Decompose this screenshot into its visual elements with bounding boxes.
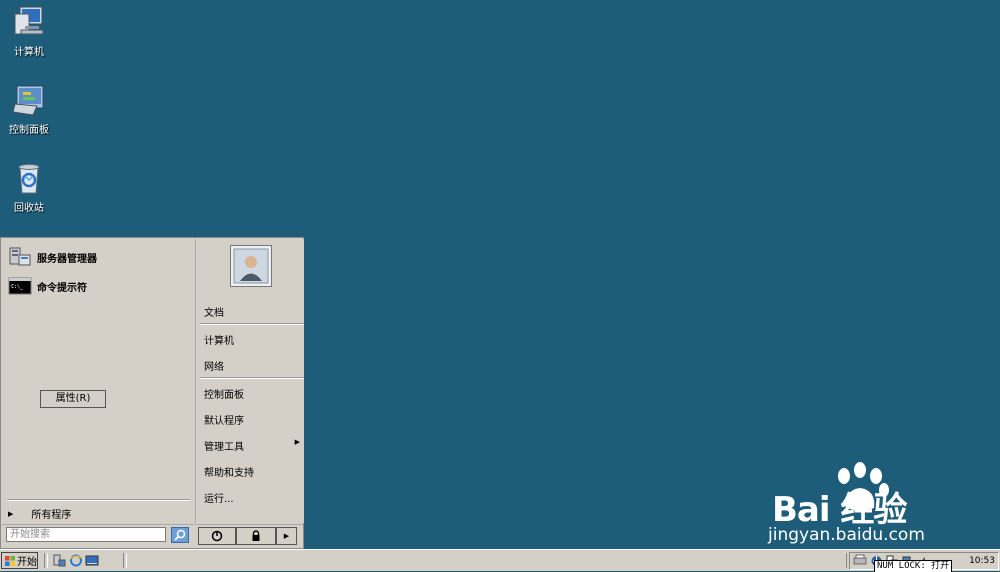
power-icon (211, 530, 223, 542)
all-programs-label: 所有程序 (31, 510, 72, 521)
watermark-url: jingyan.baidu.com (768, 525, 925, 545)
right-item-help-support[interactable]: 帮助和支持 (204, 464, 254, 479)
quicklaunch-separator (44, 553, 48, 568)
all-programs-item[interactable]: ▶ 所有程序 (8, 506, 72, 522)
separator (200, 323, 304, 325)
desktop-icon-recycle-bin[interactable]: 回收站 (1, 160, 57, 214)
desktop-icon-label: 回收站 (14, 203, 44, 214)
separator (200, 377, 304, 379)
server-manager-icon (8, 247, 32, 267)
pinned-item-label: 命令提示符 (37, 282, 87, 294)
numlock-indicator: NUM LOCK: 打开 (874, 560, 953, 572)
lock-icon (252, 530, 260, 541)
start-menu-left-pane: 服务器管理器 C:\_ 命令提示符 属性(R) ▶ 所有程序 (2, 239, 194, 523)
submenu-arrow-icon: ▶ (294, 438, 300, 446)
right-item-run[interactable]: 运行... (204, 490, 234, 505)
quicklaunch-server-manager-icon[interactable] (52, 554, 66, 567)
svg-text:C:\_: C:\_ (11, 284, 24, 290)
right-item-documents[interactable]: 文档 (204, 304, 224, 319)
recycle-bin-icon (11, 160, 47, 196)
start-button-label: 开始 (17, 557, 37, 568)
right-item-label: 管理工具 (204, 442, 244, 453)
user-icon (233, 248, 269, 284)
control-panel-icon (11, 82, 47, 118)
triangle-right-icon: ▶ (283, 532, 290, 540)
desktop-icon-label: 计算机 (14, 47, 44, 58)
start-menu: 服务器管理器 C:\_ 命令提示符 属性(R) ▶ 所有程序 文档 计算机 网络… (0, 237, 304, 549)
right-item-default-programs[interactable]: 默认程序 (204, 412, 244, 427)
command-prompt-icon: C:\_ (8, 276, 32, 296)
quicklaunch-show-desktop-icon[interactable] (85, 554, 99, 567)
desktop-icon-control-panel[interactable]: 控制面板 (1, 82, 57, 136)
watermark-brand: Bai 经验 (772, 490, 907, 530)
right-item-computer[interactable]: 计算机 (204, 332, 234, 347)
power-bar: ▶ (195, 524, 303, 549)
separator (7, 499, 190, 501)
taskbar: 开始 10:53 (0, 549, 1000, 571)
search-bar (2, 524, 194, 549)
quicklaunch-internet-explorer-icon[interactable] (69, 554, 83, 567)
shutdown-options-button[interactable]: ▶ (276, 527, 297, 545)
right-item-control-panel[interactable]: 控制面板 (204, 386, 244, 401)
pinned-item-server-manager[interactable]: 服务器管理器 (8, 245, 97, 269)
computer-icon (11, 4, 47, 40)
right-item-admin-tools[interactable]: 管理工具 ▶ (204, 438, 300, 453)
triangle-right-icon: ▶ (8, 509, 14, 518)
right-item-network[interactable]: 网络 (204, 358, 224, 373)
clock[interactable]: 10:53 (969, 556, 995, 566)
properties-button[interactable]: 属性(R) (40, 390, 106, 408)
pinned-item-command-prompt[interactable]: C:\_ 命令提示符 (8, 274, 87, 298)
lock-button[interactable] (236, 527, 276, 545)
power-button[interactable] (198, 527, 236, 545)
baidu-jingyan-watermark: Bai 经验 jingyan.baidu.com (762, 462, 962, 552)
start-menu-right-pane: 文档 计算机 网络 控制面板 默认程序 管理工具 ▶ 帮助和支持 运行... (195, 239, 304, 523)
search-icon (174, 529, 186, 541)
start-button[interactable]: 开始 (1, 552, 38, 569)
taskbar-separator (123, 553, 127, 568)
search-button[interactable] (171, 527, 189, 543)
desktop-icon-computer[interactable]: 计算机 (1, 4, 57, 58)
start-search-input[interactable] (6, 527, 166, 542)
user-avatar[interactable] (230, 245, 272, 287)
desktop-icon-label: 控制面板 (9, 125, 49, 136)
pinned-item-label: 服务器管理器 (37, 253, 97, 265)
windows-logo-icon (5, 555, 15, 566)
